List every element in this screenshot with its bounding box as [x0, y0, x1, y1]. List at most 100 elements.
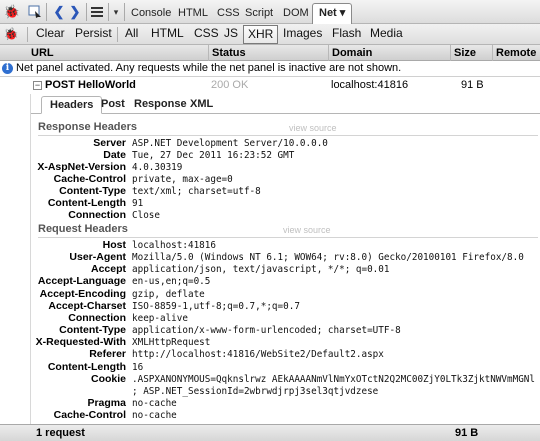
filter-media-button[interactable]: Media [370, 25, 403, 44]
header-value: private, max-age=0 [132, 174, 233, 185]
collapse-icon[interactable]: − [33, 81, 42, 90]
net-column-header: URL Status Domain Size Remote IP [0, 45, 540, 61]
net-filter-toolbar: 🐞 Clear Persist All HTML CSS JS XHR Imag… [0, 24, 540, 45]
request-size: 91 B [461, 79, 484, 91]
filter-images-button[interactable]: Images [283, 25, 322, 44]
inspect-icon[interactable] [26, 3, 44, 21]
toolbar-divider [124, 3, 125, 21]
column-domain[interactable]: Domain [328, 45, 450, 61]
dropdown-icon[interactable]: ▾ [110, 3, 122, 21]
header-value: Mozilla/5.0 (Windows NT 6.1; WOW64; rv:8… [132, 252, 524, 264]
firebug-toolbar: 🐞 ❮ ❯ ▾ Console HTML CSS Script DOM Net … [0, 0, 540, 24]
header-name: Content-Type [59, 185, 126, 197]
request-status: 200 OK [211, 79, 249, 91]
header-name: Cache-Control [53, 173, 126, 185]
tab-net-label: Net [319, 7, 337, 19]
clear-button[interactable]: Clear [36, 25, 65, 44]
column-remote-ip[interactable]: Remote IP [492, 45, 540, 61]
header-name: Content-Length [47, 197, 126, 209]
total-size: 91 B [455, 427, 479, 439]
firebug-icon[interactable]: 🐞 [3, 3, 21, 21]
header-value: http://localhost:41816/WebSite2/Default2… [132, 349, 384, 361]
section-divider [38, 135, 538, 136]
header-value: en-us,en;q=0.5 [132, 276, 211, 288]
info-message: Net panel activated. Any requests while … [16, 62, 402, 74]
column-url[interactable]: URL [0, 45, 208, 61]
forward-icon[interactable]: ❯ [66, 3, 84, 21]
filter-css-button[interactable]: CSS [194, 25, 219, 44]
request-view-source-link[interactable]: view source [283, 225, 331, 235]
toolbar-divider [86, 3, 87, 21]
filter-js-button[interactable]: JS [224, 25, 238, 44]
request-row[interactable]: − POST HelloWorld 200 OK localhost:41816… [0, 78, 540, 93]
header-name: Accept-Encoding [39, 287, 126, 300]
header-name: Content-Type [59, 324, 126, 337]
firebug-mini-icon[interactable]: 🐞 [2, 25, 20, 43]
header-value: 4.0.30319 [132, 162, 183, 173]
header-name: Content-Length [47, 360, 126, 373]
filter-html-button[interactable]: HTML [151, 25, 184, 44]
request-headers-title: Request Headers [38, 223, 128, 235]
info-icon: i [2, 63, 13, 74]
header-value: no-cache [132, 410, 177, 422]
header-name: Cache-Control [53, 409, 126, 422]
filter-flash-button[interactable]: Flash [332, 25, 361, 44]
header-name: Accept-Charset [48, 299, 126, 312]
request-domain: localhost:41816 [331, 79, 409, 91]
toolbar-divider [46, 3, 47, 21]
header-value: application/x-www-form-urlencoded; chars… [132, 325, 401, 337]
request-details: Headers Post Response XML Response Heade… [30, 94, 540, 424]
toolbar-divider [108, 3, 109, 21]
header-name: Connection [68, 311, 126, 324]
header-value: Tue, 27 Dec 2011 16:23:52 GMT [132, 150, 295, 161]
header-value: ASP.NET Development Server/10.0.0.0 [132, 138, 328, 149]
header-value: keep-alive [132, 312, 188, 324]
section-divider [38, 237, 538, 238]
header-value-continued: ; ASP.NET_SessionId=2wbrwdjrpj3sel3qtjvd… [132, 385, 379, 397]
tab-xml[interactable]: XML [182, 96, 221, 114]
header-name: Date [103, 149, 126, 161]
tab-html[interactable]: HTML [178, 4, 208, 22]
header-value: no-cache [132, 397, 177, 409]
header-value: .ASPXANONYMOUS=Qqknslrwz AEkAAAANmVlNmYx… [132, 373, 535, 385]
header-name: Host [102, 239, 126, 251]
filter-xhr-button[interactable]: XHR [243, 25, 279, 44]
persist-button[interactable]: Persist [75, 25, 112, 44]
header-name: Accept-Language [37, 275, 126, 288]
header-name: X-AspNet-Version [37, 161, 126, 173]
response-headers-title: Response Headers [38, 121, 138, 133]
header-value: localhost:41816 [132, 240, 216, 251]
status-bar: 1 request 91 B [0, 424, 540, 441]
header-value: gzip, deflate [132, 288, 205, 300]
response-view-source-link[interactable]: view source [289, 123, 337, 133]
request-url[interactable]: POST HelloWorld [45, 78, 136, 93]
header-name: X-Requested-With [35, 336, 126, 349]
request-count: 1 request [36, 427, 85, 439]
header-value: Close [132, 210, 160, 221]
tab-net[interactable]: Net ▾ [312, 3, 353, 24]
header-value: application/json, text/javascript, */*; … [132, 264, 390, 276]
tab-script[interactable]: Script [245, 4, 273, 22]
header-name: Cookie [90, 372, 126, 385]
tab-css[interactable]: CSS [217, 4, 240, 22]
header-name: Server [93, 137, 126, 149]
info-bar: i Net panel activated. Any requests whil… [0, 61, 540, 77]
chevron-down-icon: ▾ [339, 7, 346, 19]
header-name: Pragma [87, 396, 126, 409]
header-value: ISO-8859-1,utf-8;q=0.7,*;q=0.7 [132, 300, 300, 312]
tab-dom[interactable]: DOM [283, 4, 309, 22]
tab-console[interactable]: Console [131, 4, 171, 22]
column-size[interactable]: Size [450, 45, 492, 61]
toolbar-divider [27, 27, 28, 42]
filter-all-button[interactable]: All [125, 25, 138, 44]
toolbar-divider [117, 27, 118, 42]
header-name: Connection [68, 209, 126, 221]
header-value: 16 [132, 361, 144, 373]
header-value: XMLHttpRequest [132, 337, 211, 349]
header-name: User-Agent [69, 251, 126, 264]
header-value: text/xml; charset=utf-8 [132, 186, 261, 197]
detail-tabs: Headers Post Response XML [31, 94, 540, 114]
column-status[interactable]: Status [208, 45, 328, 61]
header-name: Referer [89, 348, 126, 361]
menu-icon[interactable] [88, 3, 106, 21]
